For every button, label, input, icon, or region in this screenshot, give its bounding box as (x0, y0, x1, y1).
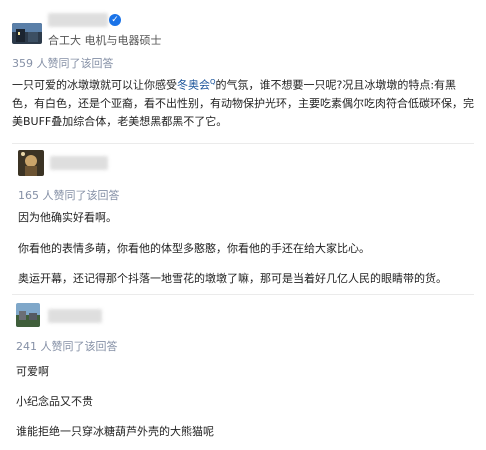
answer-3-paragraph-1: 可爱啊 (16, 365, 49, 378)
verified-badge-icon: ✓ (109, 14, 121, 26)
author-avatar-1[interactable] (12, 23, 42, 44)
divider-2 (12, 294, 474, 295)
answer-2-paragraph-3: 奥运开幕，还记得那个抖落一地雪花的墩墩了嘛，那可是当着好几亿人民的眼睛带的货。 (18, 272, 447, 285)
answer-3-likes: 241 人赞同了该回答 (16, 340, 118, 353)
answer-3-paragraph-2: 小纪念品又不贵 (16, 395, 93, 408)
author-avatar-2[interactable] (18, 150, 44, 176)
answer-3-paragraph-3: 谁能拒绝一只穿冰糖葫芦外壳的大熊猫呢 (16, 425, 214, 438)
answer-1-text: 一只可爱的冰墩墩就可以让你感受冬奥会Q的气氛，谁不想要一只呢?况且冰墩墩的特点:… (12, 73, 474, 131)
author-name-blurred-3[interactable] (48, 309, 102, 323)
divider-1 (12, 143, 474, 144)
answer-2-paragraph-2: 你看他的表情多萌，你看他的体型多憨憨，你看他的手还在给大家比心。 (18, 242, 370, 255)
author-subtitle-1: 合工大 电机与电器硕士 (48, 34, 162, 47)
answer-1-text-part-1: 一只可爱的冰墩墩就可以让你感受 (12, 78, 177, 92)
author-name-blurred-2[interactable] (50, 156, 108, 170)
keyword-link-winter-olympics[interactable]: 冬奥会 (177, 79, 210, 92)
answer-1-likes: 359 人赞同了该回答 (12, 57, 114, 70)
author-name-blurred-1[interactable] (48, 13, 108, 27)
author-avatar-3[interactable] (16, 303, 40, 327)
answer-2-paragraph-1: 因为他确实好看啊。 (18, 211, 117, 224)
answer-2-likes: 165 人赞同了该回答 (18, 189, 120, 202)
